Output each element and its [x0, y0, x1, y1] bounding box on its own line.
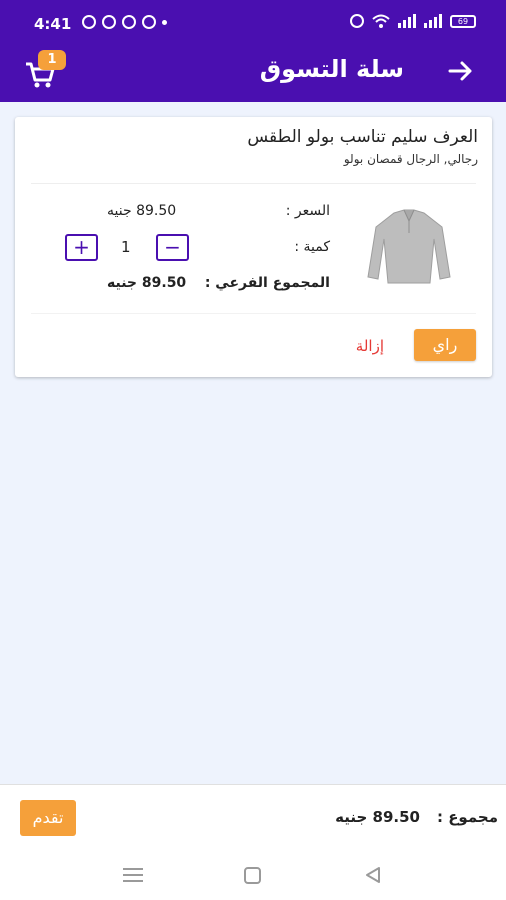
price-label: السعر :: [285, 203, 330, 219]
home-square-icon[interactable]: [244, 867, 261, 884]
status-system-icons: 69: [350, 14, 476, 28]
status-notification-icons: [82, 15, 167, 29]
total-value: 89.50 جنيه: [335, 808, 420, 826]
quantity-label: كمية :: [294, 239, 330, 255]
whatsapp-icon: [82, 15, 96, 29]
signal-icon: [398, 14, 416, 28]
menu-icon[interactable]: [123, 868, 143, 882]
quantity-value: 1: [121, 238, 131, 256]
subtotal-value: 89.50 جنيه: [107, 275, 187, 291]
product-name[interactable]: العرف سليم تناسب بولو الطقس: [247, 127, 478, 147]
alarm-icon: [350, 14, 364, 28]
divider: [31, 183, 476, 184]
price-value: 89.50 جنيه: [107, 203, 177, 219]
cart-count-badge: 1: [38, 50, 66, 70]
clock-notification-icon: [142, 15, 156, 29]
status-bar: 4:41 69: [0, 0, 506, 46]
back-triangle-icon[interactable]: [364, 866, 382, 884]
total-label: مجموع :: [436, 808, 498, 826]
system-nav-bar: [0, 850, 506, 900]
page-title: سلة التسوق: [259, 55, 404, 83]
cart-content: العرف سليم تناسب بولو الطقس رجالي, الرجا…: [0, 102, 506, 784]
increase-quantity-button[interactable]: +: [65, 234, 98, 261]
arrow-right-icon[interactable]: [446, 56, 476, 86]
facebook-icon: [102, 15, 116, 29]
remove-item-button[interactable]: إزالة: [356, 337, 384, 355]
review-button[interactable]: راي: [414, 329, 476, 361]
app-notification-icon: [122, 15, 136, 29]
proceed-button[interactable]: تقدم: [20, 800, 76, 836]
app-bar: 1 سلة التسوق: [0, 46, 506, 102]
wifi-icon: [372, 14, 390, 28]
decrease-quantity-button[interactable]: −: [156, 234, 189, 261]
product-category: رجالي, الرجال قمصان بولو: [343, 152, 478, 166]
product-image[interactable]: [364, 207, 454, 287]
signal-2-icon: [424, 14, 442, 28]
battery-icon: 69: [450, 14, 476, 28]
cart-footer: تقدم 89.50 جنيه مجموع :: [0, 784, 506, 850]
more-notifications-dot-icon: [162, 19, 167, 25]
status-time: 4:41: [34, 15, 72, 33]
divider: [31, 313, 476, 314]
subtotal-label: المجموع الفرعي :: [204, 275, 330, 291]
cart-item-card: العرف سليم تناسب بولو الطقس رجالي, الرجا…: [15, 117, 492, 377]
